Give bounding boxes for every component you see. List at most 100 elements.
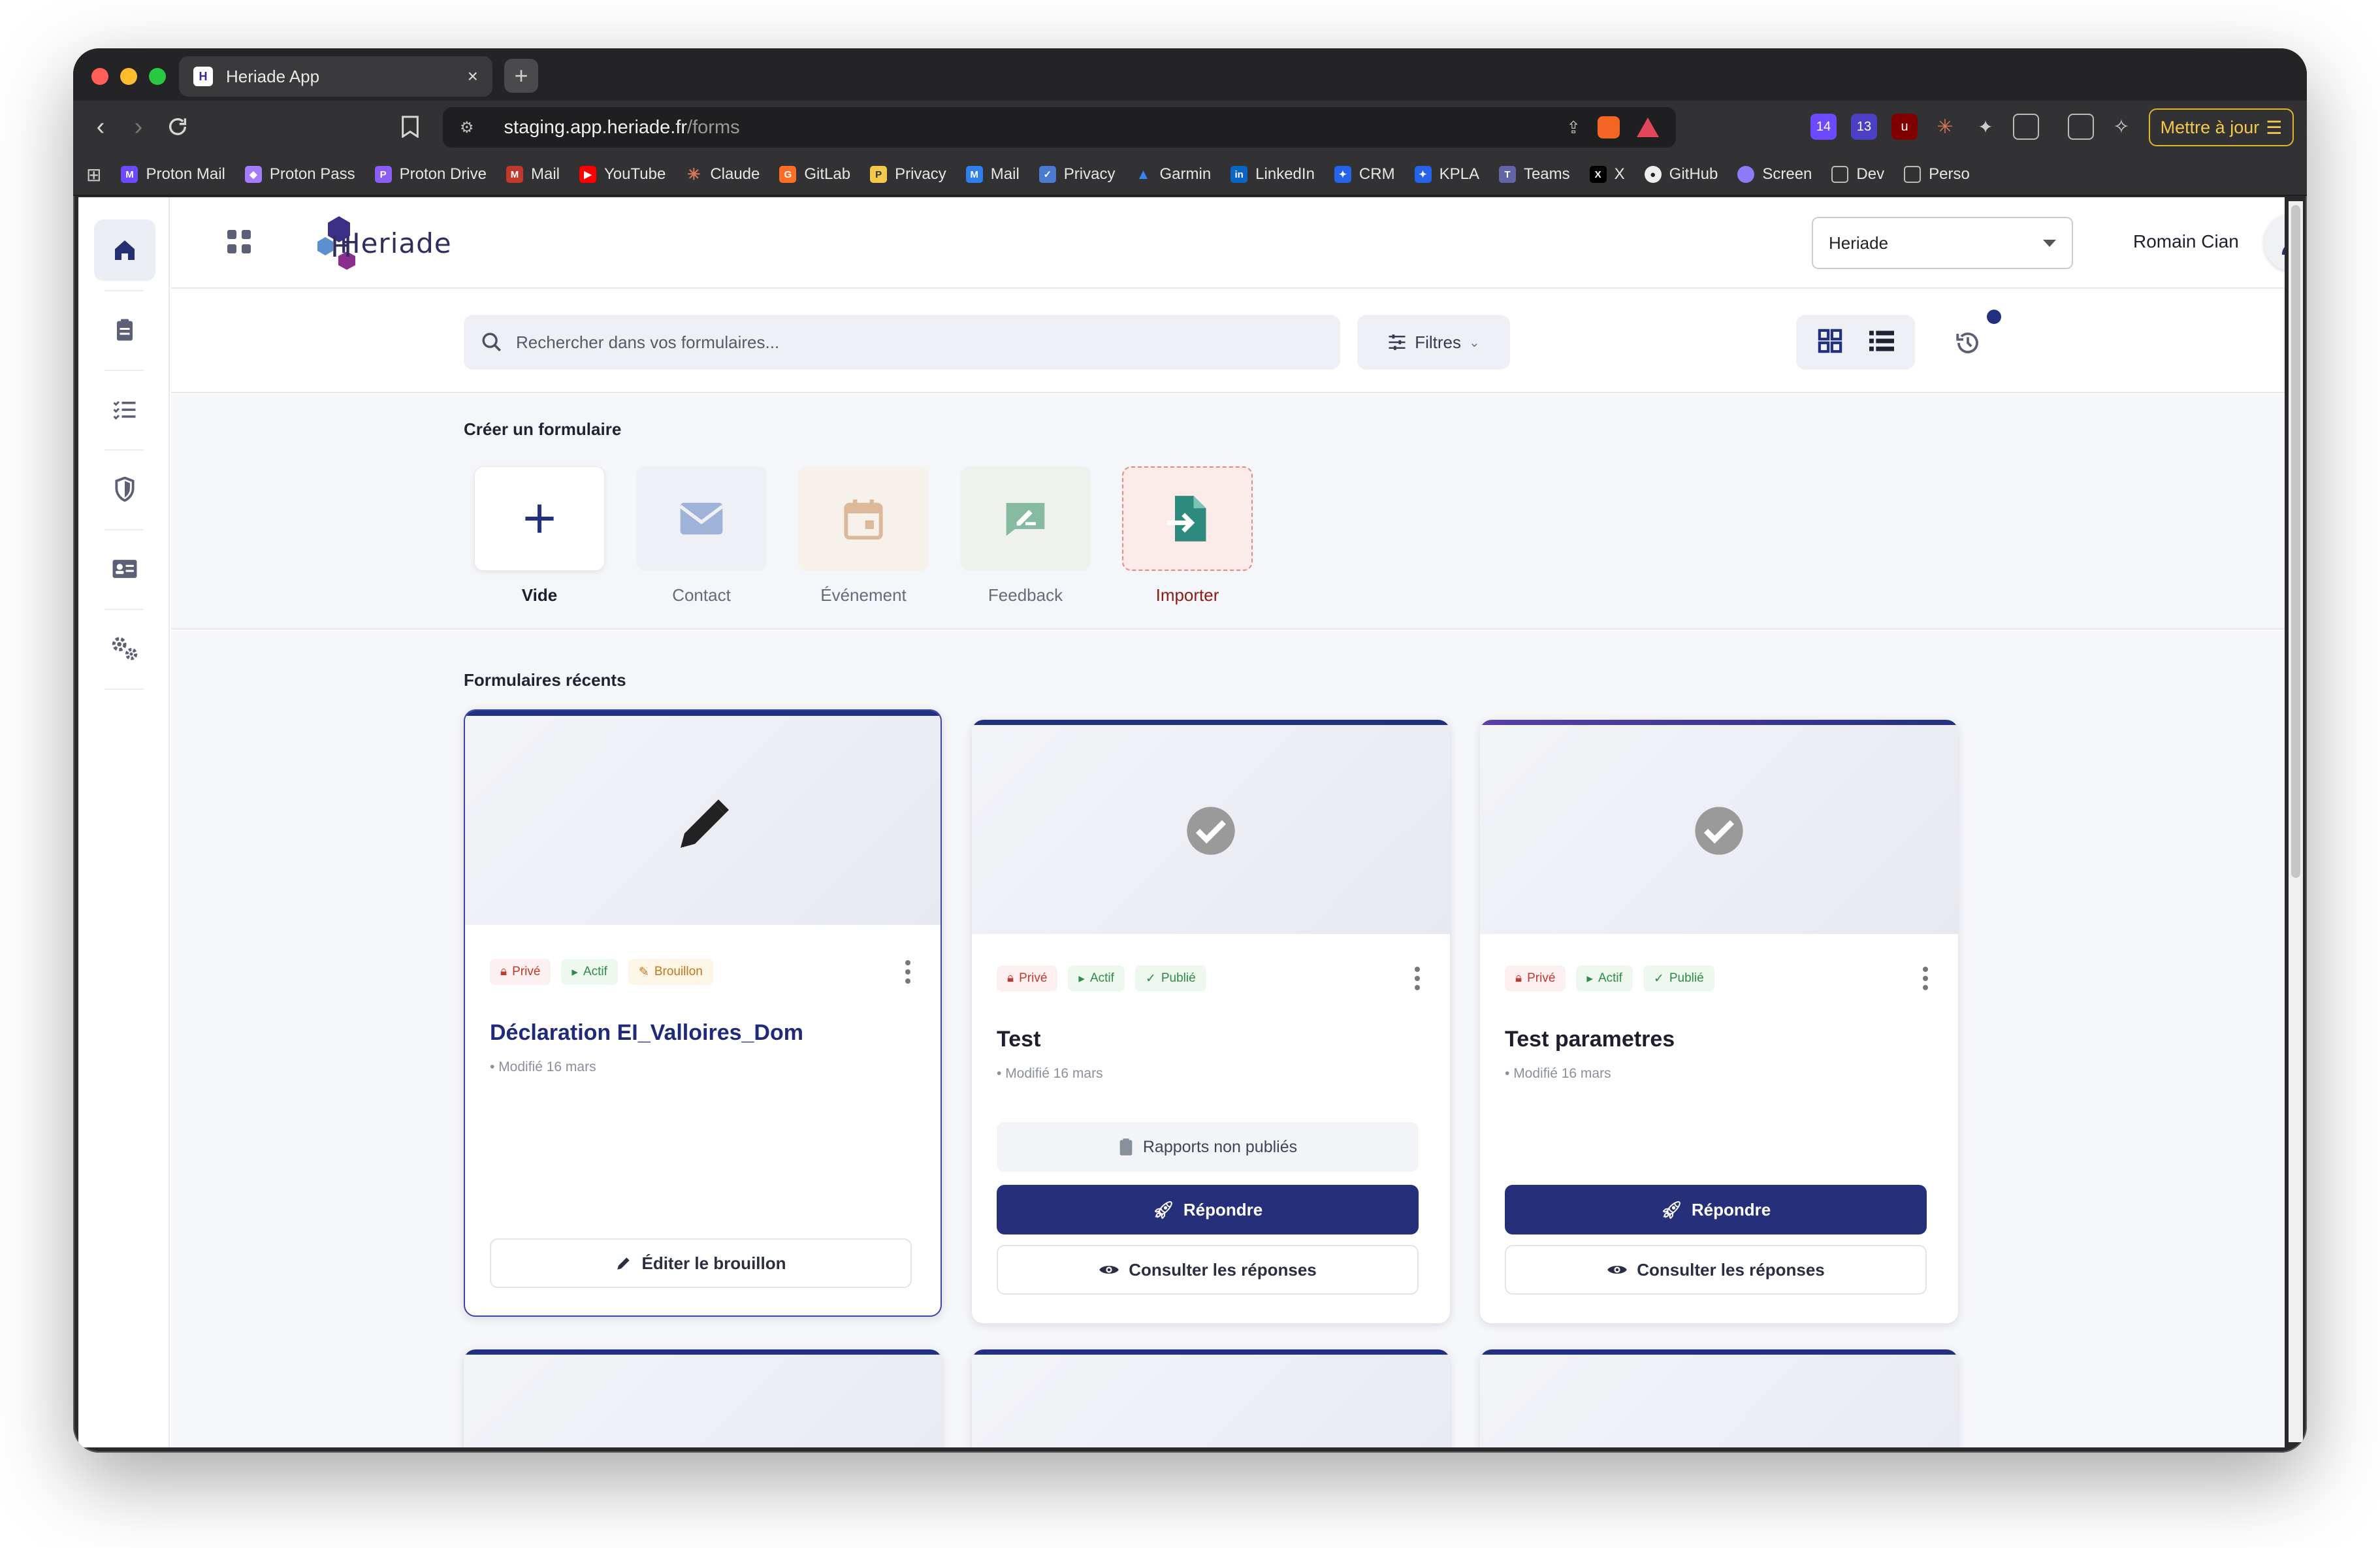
bookmark-item[interactable]: P Proton Drive: [374, 165, 487, 184]
status-badge-private: 🔒︎ Privé: [490, 959, 551, 985]
form-card[interactable]: [1480, 1349, 1958, 1447]
bookmark-item[interactable]: ✦ KPLA: [1414, 165, 1479, 184]
eye-icon: [1607, 1266, 1628, 1274]
bookmark-icon[interactable]: [393, 110, 427, 144]
lock-icon: 🔒︎: [1515, 971, 1522, 985]
bookmark-item[interactable]: G GitLab: [779, 165, 850, 184]
page-scrollbar[interactable]: [2289, 201, 2303, 1442]
form-card[interactable]: 🔒︎ Privé ▸ Actif ✓ Publié Test • Modifié 16…: [972, 720, 1450, 1323]
mail-icon: M: [506, 166, 523, 183]
leo-ai-icon[interactable]: ✧: [2108, 114, 2134, 140]
form-card[interactable]: [464, 1349, 942, 1447]
menu-hamburger-icon: ☰: [2266, 117, 2283, 138]
bookmark-item[interactable]: ● GitHub: [1644, 165, 1718, 184]
form-card[interactable]: 🔒︎ Privé ▸ Actif ✓ Publié Test parametres •…: [1480, 720, 1958, 1323]
bookmark-item[interactable]: ▶ YouTube: [579, 165, 666, 184]
close-window-button[interactable]: [91, 68, 108, 85]
search-input[interactable]: Rechercher dans vos formulaires...: [464, 315, 1340, 370]
brave-rewards-icon[interactable]: [1637, 118, 1659, 137]
respond-button[interactable]: 🚀︎ Répondre: [1505, 1185, 1927, 1234]
user-avatar-button[interactable]: [2264, 213, 2285, 272]
bookmark-item[interactable]: ✓ Privacy: [1038, 165, 1115, 184]
bookmark-item[interactable]: XX: [1589, 165, 1625, 184]
form-title[interactable]: Test: [997, 1027, 1040, 1052]
more-options-icon[interactable]: [1415, 967, 1420, 990]
bookmark-item[interactable]: T Teams: [1498, 165, 1570, 184]
sidebar-item-security[interactable]: [94, 459, 155, 520]
history-button[interactable]: [1952, 327, 1984, 359]
bookmark-item[interactable]: ✳ Claude: [685, 165, 760, 184]
extension-badge: 13: [1856, 119, 1872, 134]
browser-tab[interactable]: H Heriade App ×: [179, 56, 492, 97]
template-feedback[interactable]: Feedback: [960, 466, 1091, 605]
tab-close-icon[interactable]: ×: [468, 66, 478, 87]
more-options-icon[interactable]: [1923, 967, 1928, 990]
organization-select[interactable]: Heriade: [1812, 217, 2073, 269]
form-card[interactable]: 🔒︎ Privé ▸ Actif ✎ Brouillon Déclaration EI…: [464, 709, 942, 1317]
share-icon[interactable]: ⇪: [1566, 118, 1581, 138]
form-title[interactable]: Déclaration EI_Valloires_Dom: [490, 1020, 803, 1046]
bookmark-item[interactable]: P Privacy: [870, 165, 946, 184]
sidebar-item-home[interactable]: [94, 219, 155, 281]
sidebar-item-forms[interactable]: [94, 299, 155, 361]
bookmark-item[interactable]: in LinkedIn: [1230, 165, 1315, 184]
rocket-icon: 🚀︎: [1152, 1199, 1174, 1219]
form-card[interactable]: [972, 1349, 1450, 1447]
scrollbar-thumb[interactable]: [2291, 205, 2300, 878]
status-badge-draft: ✎ Brouillon: [628, 959, 713, 985]
bookmark-item[interactable]: M Mail: [965, 165, 1020, 184]
new-tab-button[interactable]: +: [504, 59, 538, 93]
heriade-favicon-icon: H: [193, 67, 213, 86]
bookmark-folder[interactable]: Perso: [1904, 165, 1970, 184]
x-icon: X: [1589, 166, 1607, 183]
heriade-logo[interactable]: H Heriade: [316, 212, 452, 274]
brave-shields-icon[interactable]: [1598, 116, 1620, 138]
view-responses-button[interactable]: Consulter les réponses: [997, 1245, 1419, 1295]
form-title[interactable]: Test parametres: [1505, 1027, 1675, 1052]
search-placeholder: Rechercher dans vos formulaires...: [516, 332, 780, 352]
bookmark-item[interactable]: ▲ Garmin: [1134, 165, 1212, 184]
list-view-icon[interactable]: [1869, 330, 1894, 355]
bookmark-folder[interactable]: Dev: [1831, 165, 1884, 184]
template-label: Vide: [521, 585, 558, 605]
bookmark-item[interactable]: M Mail: [506, 165, 560, 184]
proton-vpn-extension-icon[interactable]: 13: [1851, 114, 1877, 140]
form-modified-date: • Modifié 16 mars: [490, 1059, 596, 1074]
sidebar-item-contacts[interactable]: [94, 538, 155, 600]
app-header: H Heriade Heriade Romain Cian: [171, 197, 2285, 289]
template-event[interactable]: Événement: [798, 466, 929, 605]
address-bar[interactable]: ⚙ staging.app.heriade.fr/forms ⇪: [443, 107, 1676, 148]
extensions-puzzle-icon[interactable]: ✦: [1972, 114, 1999, 140]
sidebar-item-settings[interactable]: [94, 618, 155, 679]
check-circle-icon: [1695, 807, 1743, 855]
more-options-icon[interactable]: [905, 960, 910, 984]
bookmark-item[interactable]: Screen: [1737, 165, 1812, 184]
filters-button[interactable]: Filtres ⌄: [1357, 315, 1510, 370]
minimize-window-button[interactable]: [120, 68, 137, 85]
bookmark-item[interactable]: M Proton Mail: [121, 165, 225, 184]
grid-view-icon[interactable]: [1818, 329, 1842, 357]
view-responses-button[interactable]: Consulter les réponses: [1505, 1245, 1927, 1295]
reload-icon[interactable]: [161, 110, 195, 144]
reader-mode-icon[interactable]: [2013, 114, 2039, 140]
bookmark-item[interactable]: ◆ Proton Pass: [244, 165, 355, 184]
template-contact[interactable]: Contact: [636, 466, 767, 605]
edit-draft-button[interactable]: Éditer le brouillon: [490, 1238, 912, 1288]
bookmark-item[interactable]: ✦ CRM: [1334, 165, 1395, 184]
apps-grid-icon[interactable]: ⊞: [86, 164, 101, 185]
sidebar-item-tasks[interactable]: [94, 379, 155, 440]
site-settings-icon[interactable]: ⚙: [460, 118, 474, 137]
template-blank[interactable]: Vide: [474, 466, 605, 605]
web-page: H Heriade Heriade Romain Cian Rechercher…: [78, 197, 2285, 1447]
respond-button[interactable]: 🚀︎ Répondre: [997, 1185, 1419, 1234]
app-switcher-icon[interactable]: [226, 229, 252, 258]
claude-extension-icon[interactable]: ✳: [1932, 114, 1958, 140]
proton-pass-extension-icon[interactable]: 14: [1810, 114, 1837, 140]
maximize-window-button[interactable]: [149, 68, 166, 85]
forward-icon[interactable]: ›: [121, 110, 155, 144]
template-import[interactable]: Importer: [1122, 466, 1253, 605]
update-browser-button[interactable]: Mettre à jour ☰: [2149, 108, 2294, 146]
back-icon[interactable]: ‹: [84, 110, 118, 144]
ublock-extension-icon[interactable]: u: [1891, 114, 1918, 140]
sidebar-toggle-icon[interactable]: [2068, 114, 2094, 140]
